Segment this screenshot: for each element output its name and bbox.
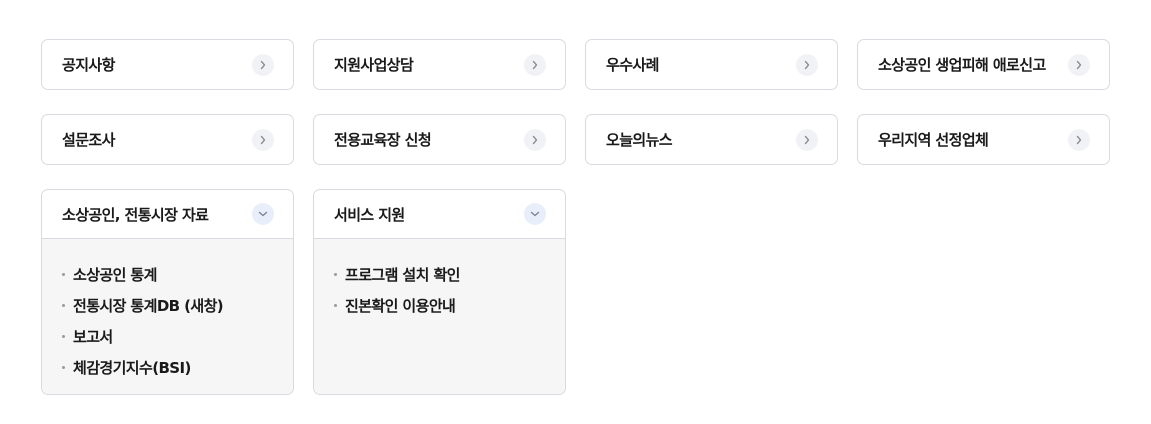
card-header[interactable]: 우리지역 선정업체 bbox=[858, 115, 1109, 164]
submenu-item[interactable]: 체감경기지수(BSI) bbox=[62, 352, 273, 383]
quick-menu-grid: 공지사항 지원사업상담 우수사례 소상공인 생업피해 애로신고 설문조사 전용교… bbox=[0, 0, 1151, 395]
card-header[interactable]: 전용교육장 신청 bbox=[314, 115, 565, 164]
submenu-item[interactable]: 프로그램 설치 확인 bbox=[334, 259, 545, 290]
bullet-dot bbox=[62, 335, 65, 338]
chevron-right-icon[interactable] bbox=[524, 128, 546, 151]
chevron-right-icon[interactable] bbox=[524, 53, 546, 76]
card-notice[interactable]: 공지사항 bbox=[41, 39, 294, 90]
card-best-practice[interactable]: 우수사례 bbox=[585, 39, 838, 90]
chevron-down-icon[interactable] bbox=[252, 203, 274, 225]
submenu-item[interactable]: 전통시장 통계DB (새창) bbox=[62, 290, 273, 321]
card-header[interactable]: 설문조사 bbox=[42, 115, 293, 164]
submenu-item-label: 진본확인 이용안내 bbox=[345, 297, 456, 315]
submenu-list: 소상공인 통계 전통시장 통계DB (새창) 보고서 체감경기지수(BSI) bbox=[62, 259, 273, 383]
chevron-right-icon[interactable] bbox=[1068, 128, 1090, 151]
bullet-dot bbox=[62, 273, 65, 276]
chevron-down-icon[interactable] bbox=[524, 203, 546, 225]
card-today-news[interactable]: 오늘의뉴스 bbox=[585, 114, 838, 165]
card-title: 서비스 지원 bbox=[334, 205, 405, 224]
bullet-dot bbox=[334, 273, 337, 276]
card-local-selected[interactable]: 우리지역 선정업체 bbox=[857, 114, 1110, 165]
bullet-dot bbox=[62, 366, 65, 369]
card-header[interactable]: 오늘의뉴스 bbox=[586, 115, 837, 164]
card-service-support: 서비스 지원 프로그램 설치 확인 진본확인 이용안내 bbox=[313, 189, 566, 395]
card-damage-report[interactable]: 소상공인 생업피해 애로신고 bbox=[857, 39, 1110, 90]
card-header[interactable]: 공지사항 bbox=[42, 40, 293, 89]
chevron-right-icon[interactable] bbox=[796, 128, 818, 151]
card-market-data: 소상공인, 전통시장 자료 소상공인 통계 전통시장 통계DB (새창) 보고서… bbox=[41, 189, 294, 395]
chevron-right-icon[interactable] bbox=[796, 53, 818, 76]
submenu-item-label: 보고서 bbox=[73, 328, 113, 346]
card-survey[interactable]: 설문조사 bbox=[41, 114, 294, 165]
card-training-room[interactable]: 전용교육장 신청 bbox=[313, 114, 566, 165]
card-title: 오늘의뉴스 bbox=[606, 131, 673, 149]
bullet-dot bbox=[334, 304, 337, 307]
submenu-list: 프로그램 설치 확인 진본확인 이용안내 bbox=[334, 259, 545, 321]
submenu-item[interactable]: 진본확인 이용안내 bbox=[334, 290, 545, 321]
card-header[interactable]: 소상공인, 전통시장 자료 bbox=[42, 190, 293, 239]
card-header[interactable]: 우수사례 bbox=[586, 40, 837, 89]
card-header[interactable]: 지원사업상담 bbox=[314, 40, 565, 89]
card-header[interactable]: 서비스 지원 bbox=[314, 190, 565, 239]
submenu-item-label: 전통시장 통계DB (새창) bbox=[73, 297, 224, 315]
chevron-right-icon[interactable] bbox=[252, 128, 274, 151]
card-header[interactable]: 소상공인 생업피해 애로신고 bbox=[858, 40, 1109, 89]
card-title: 우리지역 선정업체 bbox=[878, 131, 989, 149]
bullet-dot bbox=[62, 304, 65, 307]
submenu-item-label: 프로그램 설치 확인 bbox=[345, 266, 460, 284]
chevron-right-icon[interactable] bbox=[1068, 53, 1090, 76]
card-support-consult[interactable]: 지원사업상담 bbox=[313, 39, 566, 90]
card-title: 소상공인, 전통시장 자료 bbox=[62, 205, 209, 224]
card-title: 지원사업상담 bbox=[334, 56, 414, 74]
submenu-item[interactable]: 보고서 bbox=[62, 321, 273, 352]
submenu-item-label: 소상공인 통계 bbox=[73, 266, 157, 284]
card-title: 소상공인 생업피해 애로신고 bbox=[878, 56, 1046, 74]
card-title: 전용교육장 신청 bbox=[334, 131, 432, 149]
submenu-item[interactable]: 소상공인 통계 bbox=[62, 259, 273, 290]
chevron-right-icon[interactable] bbox=[252, 53, 274, 76]
card-title: 공지사항 bbox=[62, 56, 115, 74]
submenu-item-label: 체감경기지수(BSI) bbox=[73, 359, 191, 377]
card-submenu: 프로그램 설치 확인 진본확인 이용안내 bbox=[314, 239, 565, 394]
card-submenu: 소상공인 통계 전통시장 통계DB (새창) 보고서 체감경기지수(BSI) bbox=[42, 239, 293, 394]
card-title: 설문조사 bbox=[62, 131, 115, 149]
card-title: 우수사례 bbox=[606, 56, 659, 74]
